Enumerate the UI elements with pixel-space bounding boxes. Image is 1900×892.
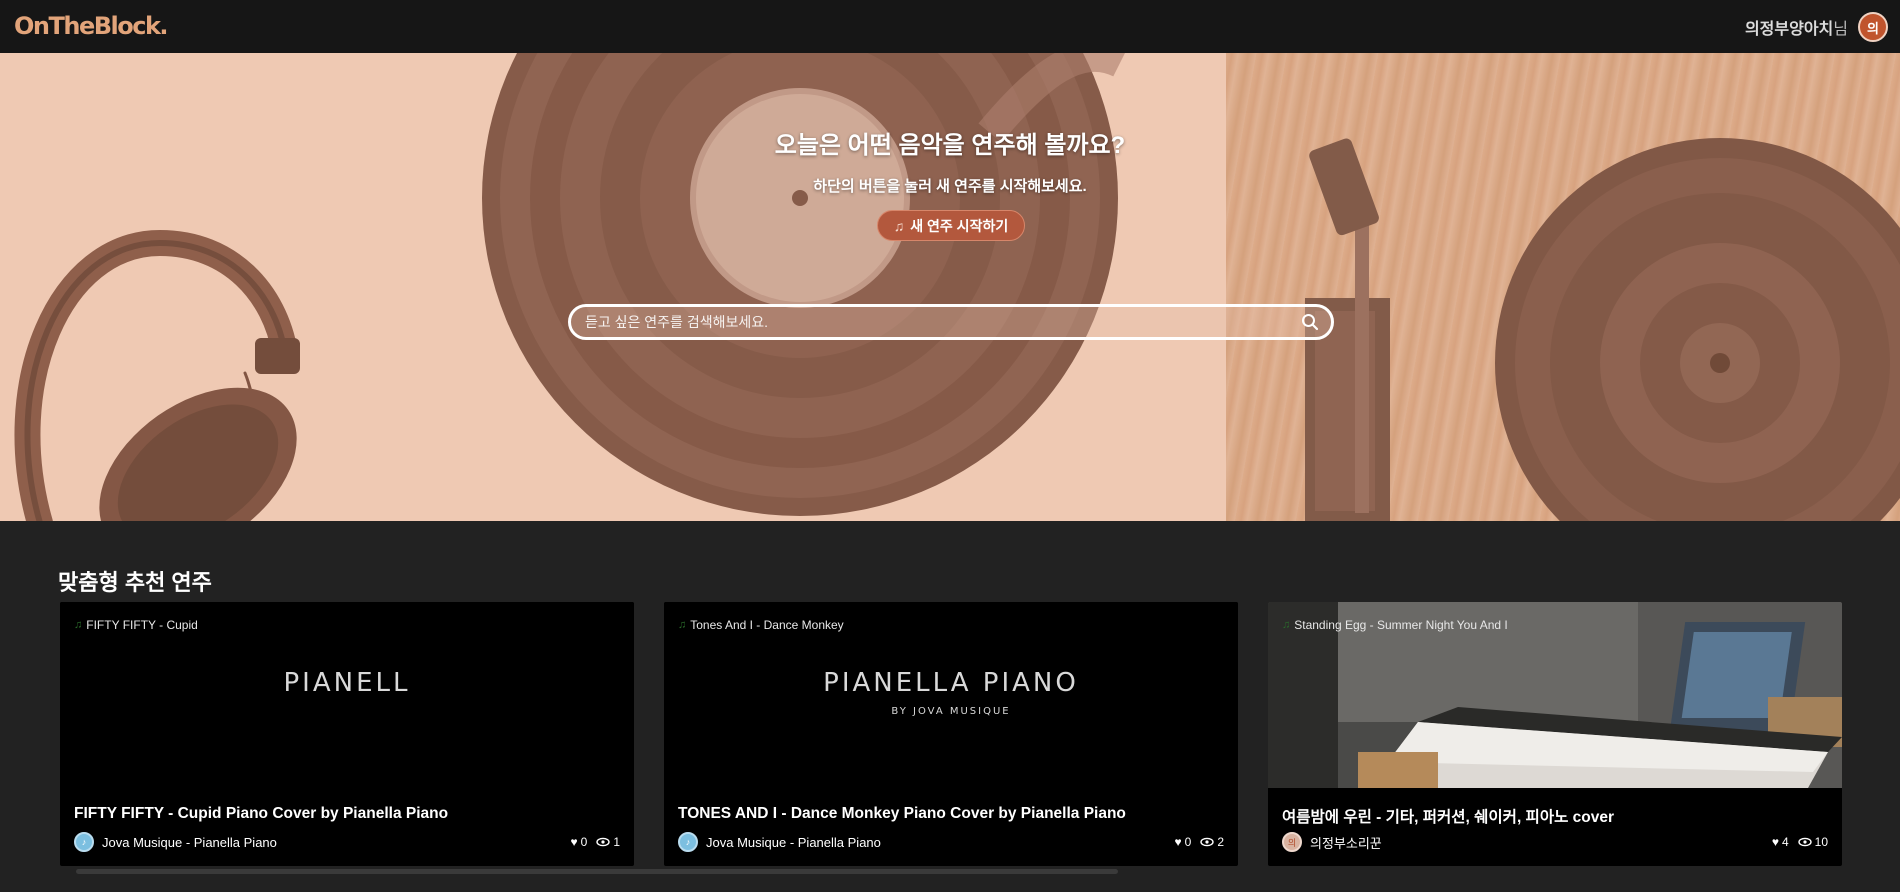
video-title-overlay: ♫ Standing Egg - Summer Night You And I	[1282, 618, 1508, 632]
video-title-overlay-text: FIFTY FIFTY - Cupid	[86, 618, 198, 632]
author-name: 의정부소리꾼	[1310, 835, 1382, 851]
card-author[interactable]: ♪ Jova Musique - Pianella Piano	[678, 832, 881, 852]
thumbnail-wordmark: PIANELLA PIANO	[823, 668, 1079, 698]
card-stats: ♥ 0 2	[1175, 835, 1225, 849]
start-new-performance-button[interactable]: ♫ 새 연주 시작하기	[877, 210, 1025, 241]
author-name: Jova Musique - Pianella Piano	[706, 834, 881, 850]
like-count: ♥ 0	[1175, 835, 1192, 849]
username-text: 의정부양아치	[1744, 21, 1834, 38]
video-title-overlay: ♫ FIFTY FIFTY - Cupid	[74, 618, 198, 632]
card-title[interactable]: TONES AND I - Dance Monkey Piano Cover b…	[678, 805, 1126, 823]
video-title-overlay-text: Standing Egg - Summer Night You And I	[1294, 618, 1508, 632]
author-name: Jova Musique - Pianella Piano	[102, 834, 277, 850]
video-title-overlay: ♫ Tones And I - Dance Monkey	[678, 618, 844, 632]
username-label: 의정부양아치님	[1745, 15, 1848, 39]
eye-icon	[596, 837, 611, 847]
author-avatar: ♪	[678, 832, 698, 852]
video-title-overlay-text: Tones And I - Dance Monkey	[690, 618, 844, 632]
performance-card[interactable]: PIANELLA PIANO BY JOVA MUSIQUE ♫ Tones A…	[664, 602, 1238, 866]
horizontal-scrollbar[interactable]	[76, 869, 1118, 874]
view-count: 2	[1200, 835, 1224, 849]
search-icon[interactable]	[1301, 313, 1319, 331]
card-stats: ♥ 0 1	[571, 835, 621, 849]
start-new-performance-label: 새 연주 시작하기	[910, 217, 1009, 234]
author-avatar: ♪	[74, 832, 94, 852]
search-bar	[568, 304, 1334, 340]
view-count-value: 2	[1217, 835, 1224, 849]
thumbnail-wordmark: PIANELL	[283, 668, 411, 698]
card-author[interactable]: ♪ Jova Musique - Pianella Piano	[74, 832, 277, 852]
hero-subtitle: 하단의 버튼을 눌러 새 연주를 시작해보세요.	[813, 178, 1087, 195]
hero-title: 오늘은 어떤 음악을 연주해 볼까요?	[774, 132, 1126, 159]
view-count: 1	[596, 835, 620, 849]
card-title[interactable]: FIFTY FIFTY - Cupid Piano Cover by Piane…	[74, 805, 448, 823]
heart-icon[interactable]: ♥	[1772, 835, 1779, 849]
card-meta: ♪ Jova Musique - Pianella Piano ♥ 0 2	[678, 831, 1224, 853]
section-title-recommended: 맞춤형 추천 연주	[58, 570, 212, 595]
top-navigation-bar: OnTheBlock. 의정부양아치님 의	[0, 0, 1900, 53]
music-note-icon: ♫	[678, 619, 687, 631]
heart-icon[interactable]: ♥	[571, 835, 578, 849]
search-input[interactable]	[585, 311, 1285, 333]
view-count-value: 1	[613, 835, 620, 849]
card-meta: ♪ Jova Musique - Pianella Piano ♥ 0 1	[74, 831, 620, 853]
performance-card[interactable]: PIANELL ♫ FIFTY FIFTY - Cupid FIFTY FIFT…	[60, 602, 634, 866]
app-logo[interactable]: OnTheBlock.	[14, 12, 169, 40]
like-count-value: 0	[1184, 835, 1192, 849]
music-note-icon: ♫	[1282, 619, 1291, 631]
like-count: ♥ 0	[571, 835, 588, 849]
music-note-icon: ♫	[893, 217, 905, 234]
user-menu[interactable]: 의정부양아치님 의	[1745, 12, 1888, 42]
like-count: ♥ 4	[1772, 835, 1789, 849]
hero-banner	[0, 53, 1900, 521]
username-suffix: 님	[1833, 21, 1848, 38]
view-count: 10	[1797, 835, 1828, 849]
user-avatar[interactable]: 의	[1858, 12, 1888, 42]
eye-icon	[1200, 837, 1215, 847]
heart-icon[interactable]: ♥	[1175, 835, 1182, 849]
card-stats: ♥ 4 10	[1772, 835, 1828, 849]
like-count-value: 0	[580, 835, 588, 849]
like-count-value: 4	[1781, 835, 1789, 849]
music-note-icon: ♫	[74, 619, 83, 631]
hero-overlay	[0, 53, 1900, 521]
performance-card[interactable]: ♫ Standing Egg - Summer Night You And I …	[1268, 602, 1842, 866]
author-avatar: 의	[1282, 832, 1302, 852]
eye-icon	[1797, 837, 1812, 847]
card-author[interactable]: 의 의정부소리꾼	[1282, 832, 1382, 852]
card-meta: 의 의정부소리꾼 ♥ 4 10	[1282, 831, 1828, 853]
view-count-value: 10	[1814, 835, 1828, 849]
thumbnail-wordmark-sub: BY JOVA MUSIQUE	[891, 706, 1011, 717]
card-title[interactable]: 여름밤에 우린 - 기타, 퍼커션, 쉐이커, 피아노 cover	[1282, 805, 1614, 827]
